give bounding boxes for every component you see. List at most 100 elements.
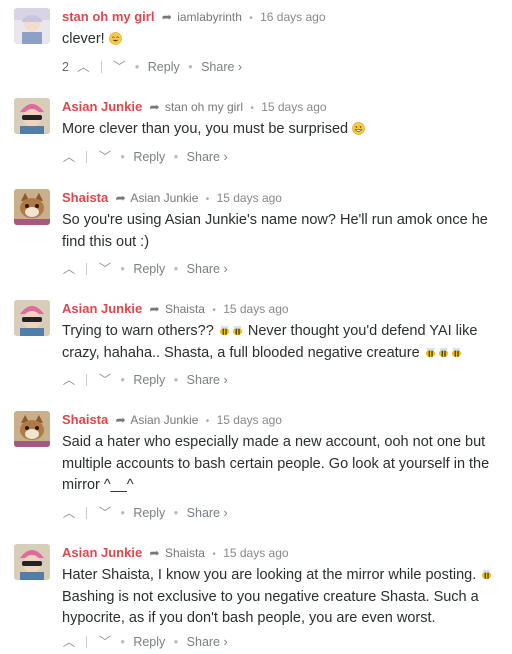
cat-icon: [14, 411, 50, 447]
parent-author[interactable]: iamlabyrinth: [177, 10, 242, 24]
comment-footer: ︿ ﹀ • Reply • Share ›: [62, 147, 502, 167]
cat-icon: [14, 189, 50, 225]
separator-dot: •: [173, 634, 179, 649]
parent-author[interactable]: stan oh my girl: [165, 100, 243, 114]
pink-beanie-icon: [14, 98, 50, 134]
separator-dot: •: [212, 549, 216, 560]
downvote-icon[interactable]: ﹀: [98, 147, 112, 167]
vote-count: 2: [62, 59, 69, 74]
separator-dot: •: [120, 505, 125, 520]
grin-emoji-icon: [352, 122, 365, 135]
separator-dot: •: [120, 262, 125, 276]
share-button[interactable]: Share ›: [187, 370, 228, 390]
share-button[interactable]: Share ›: [187, 259, 228, 279]
parent-author[interactable]: Asian Junkie: [130, 191, 198, 205]
bee-emoji-icon: [482, 569, 492, 580]
comment-text-part: Trying to warn others??: [62, 323, 218, 339]
smile-sweat-emoji-icon: [108, 32, 122, 45]
timestamp[interactable]: 15 days ago: [217, 191, 282, 205]
bee-emoji-icon: [451, 347, 461, 357]
author-name[interactable]: Asian Junkie: [62, 545, 142, 560]
comment-header: Asian Junkie ➦ Shaista • 15 days ago: [62, 544, 502, 562]
timestamp[interactable]: 15 days ago: [223, 302, 288, 316]
separator-dot: •: [120, 373, 125, 387]
avatar[interactable]: [14, 300, 50, 336]
reply-button[interactable]: Reply: [133, 370, 165, 390]
separator-dot: •: [120, 149, 125, 164]
upvote-icon[interactable]: ︿: [62, 370, 76, 390]
comment-header: stan oh my girl ➦ iamlabyrinth • 16 days…: [62, 8, 502, 26]
author-name[interactable]: Asian Junkie: [62, 301, 142, 316]
downvote-icon[interactable]: ﹀: [98, 370, 112, 390]
comment-text: Said a hater who especially made a new a…: [62, 434, 490, 493]
separator-dot: •: [120, 634, 125, 649]
reply-arrow-icon: ➦: [115, 413, 126, 427]
avatar[interactable]: [14, 98, 50, 134]
separator-dot: •: [173, 505, 179, 520]
reply-arrow-icon: ➦: [149, 302, 160, 316]
bee-emoji-icon: [425, 347, 435, 357]
reply-button[interactable]: Reply: [148, 57, 180, 77]
separator-dot: •: [173, 373, 179, 387]
reply-arrow-icon: ➦: [149, 100, 160, 114]
upvote-icon[interactable]: ︿: [62, 632, 76, 652]
timestamp[interactable]: 16 days ago: [260, 10, 325, 24]
pink-beanie-icon: [14, 544, 50, 580]
upvote-icon[interactable]: ︿: [62, 259, 76, 279]
reply-arrow-icon: ➦: [149, 546, 160, 560]
upvote-icon[interactable]: ︿: [62, 147, 76, 167]
reply-button[interactable]: Reply: [133, 147, 165, 167]
vote-divider: [86, 635, 88, 648]
downvote-icon[interactable]: ﹀: [98, 632, 112, 652]
vote-divider: [100, 60, 102, 73]
share-button[interactable]: Share ›: [187, 503, 228, 523]
downvote-icon[interactable]: ﹀: [98, 259, 112, 279]
separator-dot: •: [205, 416, 210, 427]
separator-dot: •: [250, 103, 254, 114]
separator-dot: •: [173, 262, 179, 276]
comment-text: clever!: [62, 29, 502, 51]
downvote-icon[interactable]: ﹀: [98, 503, 112, 523]
vote-divider: [86, 263, 88, 275]
comment-header: Shaista ➦ Asian Junkie • 15 days ago: [62, 411, 502, 429]
reply-arrow-icon: ➦: [115, 191, 126, 205]
comment-text: More clever than you, you must be surpri…: [62, 119, 502, 141]
vote-divider: [86, 150, 88, 163]
avatar[interactable]: [14, 8, 50, 44]
avatar[interactable]: [14, 411, 50, 447]
comment-header: Asian Junkie ➦ stan oh my girl • 15 days…: [62, 98, 502, 116]
parent-author[interactable]: Asian Junkie: [130, 413, 198, 427]
reply-arrow-icon: ➦: [161, 10, 172, 24]
author-name[interactable]: Asian Junkie: [62, 99, 142, 114]
reply-button[interactable]: Reply: [133, 632, 165, 652]
comment-text: Trying to warn others?? Never thought yo…: [62, 321, 502, 364]
upvote-icon[interactable]: ︿: [76, 57, 90, 77]
comment-header: Shaista ➦ Asian Junkie • 15 days ago: [62, 189, 502, 207]
author-name[interactable]: Shaista: [62, 190, 108, 205]
share-button[interactable]: Share ›: [187, 632, 228, 652]
comment-footer: ︿ ﹀ • Reply • Share ›: [62, 632, 502, 652]
parent-author[interactable]: Shaista: [165, 302, 205, 316]
share-button[interactable]: Share ›: [187, 147, 228, 167]
vote-divider: [86, 506, 88, 519]
comment-text-part: Bashing is not exclusive to you negative…: [62, 588, 479, 627]
comment-header: Asian Junkie ➦ Shaista • 15 days ago: [62, 300, 502, 318]
comment-footer: ︿ ﹀ • Reply • Share ›: [62, 259, 502, 279]
separator-dot: •: [134, 59, 140, 74]
reply-button[interactable]: Reply: [133, 503, 165, 523]
avatar[interactable]: [14, 189, 50, 225]
downvote-icon[interactable]: ﹀: [112, 57, 126, 77]
comment-thread: stan oh my girl ➦ iamlabyrinth • 16 days…: [0, 0, 512, 654]
author-name[interactable]: stan oh my girl: [62, 9, 154, 24]
timestamp[interactable]: 15 days ago: [261, 100, 326, 114]
vote-divider: [86, 374, 88, 386]
parent-author[interactable]: Shaista: [165, 546, 205, 560]
timestamp[interactable]: 15 days ago: [223, 546, 288, 560]
upvote-icon[interactable]: ︿: [62, 503, 76, 523]
comment-text-content: More clever than you, you must be surpri…: [62, 121, 353, 137]
reply-button[interactable]: Reply: [133, 259, 165, 279]
avatar[interactable]: [14, 544, 50, 580]
author-name[interactable]: Shaista: [62, 412, 108, 427]
share-button[interactable]: Share ›: [201, 57, 242, 77]
timestamp[interactable]: 15 days ago: [217, 413, 282, 427]
